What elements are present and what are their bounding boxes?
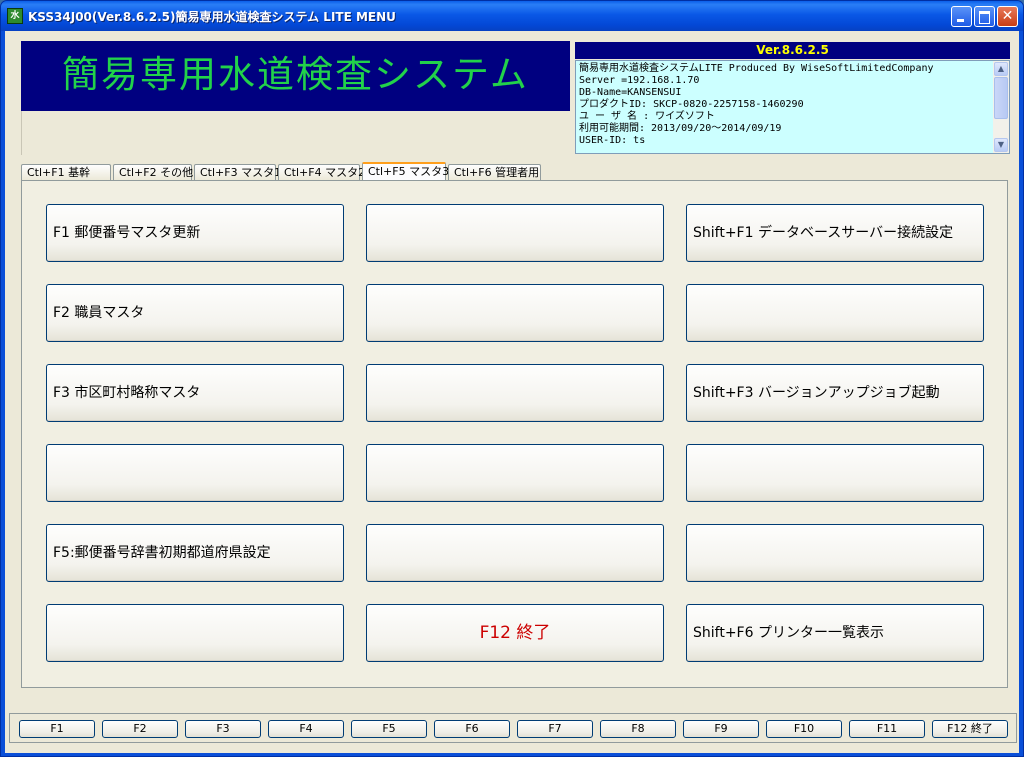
close-button[interactable]: ✕ <box>997 6 1018 27</box>
printer-list-button[interactable]: Shift+F6 プリンター一覧表示 <box>686 604 984 662</box>
fkey-f12-exit[interactable]: F12 終了 <box>932 720 1008 738</box>
fkey-f8[interactable]: F8 <box>600 720 676 738</box>
fkey-f11[interactable]: F11 <box>849 720 925 738</box>
fkey-f5[interactable]: F5 <box>351 720 427 738</box>
blank-button-middle-5[interactable] <box>366 524 664 582</box>
system-title: 簡易専用水道検査システム <box>62 53 529 96</box>
window-title: KSS34J00(Ver.8.6.2.5)簡易専用水道検査システム LITE M… <box>28 10 396 24</box>
tab-admin[interactable]: Ctl+F6 管理者用 <box>448 164 541 180</box>
fkey-f3[interactable]: F3 <box>185 720 261 738</box>
blank-button-left-6[interactable] <box>46 604 344 662</box>
info-scrollbar[interactable]: ▲ ▼ <box>993 61 1009 153</box>
title-bar[interactable]: 水 KSS34J00(Ver.8.6.2.5)簡易専用水道検査システム LITE… <box>1 1 1023 31</box>
info-line-user-id: USER-ID: ts <box>579 135 646 146</box>
info-line-server: Server =192.168.1.70 <box>579 75 700 86</box>
scroll-thumb[interactable] <box>994 77 1008 119</box>
blank-button-middle-4[interactable] <box>366 444 664 502</box>
fkey-f6[interactable]: F6 <box>434 720 510 738</box>
tab-kikan[interactable]: Ctl+F1 基幹 <box>21 164 111 180</box>
client-area: 簡易専用水道検査システム Ver.8.6.2.5 簡易専用水道検査システムLIT… <box>5 31 1019 753</box>
blank-button-middle-3[interactable] <box>366 364 664 422</box>
staff-master-button[interactable]: F2 職員マスタ <box>46 284 344 342</box>
blank-button-left-4[interactable] <box>46 444 344 502</box>
postal-master-update-button[interactable]: F1 郵便番号マスタ更新 <box>46 204 344 262</box>
fkey-f7[interactable]: F7 <box>517 720 593 738</box>
db-server-connection-button[interactable]: Shift+F1 データベースサーバー接続設定 <box>686 204 984 262</box>
info-line-period: 利用可能期間: 2013/09/20～2014/09/19 <box>579 123 782 134</box>
app-icon[interactable]: 水 <box>7 8 23 24</box>
blank-button-middle-2[interactable] <box>366 284 664 342</box>
city-abbrev-master-button[interactable]: F3 市区町村略称マスタ <box>46 364 344 422</box>
fkey-f4[interactable]: F4 <box>268 720 344 738</box>
system-info-box[interactable]: 簡易専用水道検査システムLITE Produced By WiseSoftLim… <box>575 60 1010 154</box>
tab-sonota[interactable]: Ctl+F2 その他 <box>113 164 193 180</box>
scroll-up-icon[interactable]: ▲ <box>994 62 1008 76</box>
fkey-f10[interactable]: F10 <box>766 720 842 738</box>
blank-button-right-5[interactable] <box>686 524 984 582</box>
minimize-button[interactable] <box>951 6 972 27</box>
fkey-f1[interactable]: F1 <box>19 720 95 738</box>
menu-tabs: Ctl+F1 基幹 Ctl+F2 その他 Ctl+F3 マスタ1 Ctl+F4 … <box>21 162 921 181</box>
blank-button-right-2[interactable] <box>686 284 984 342</box>
system-info-lines: 簡易専用水道検査システムLITE Produced By WiseSoftLim… <box>579 63 991 147</box>
tab-panel-master3: F1 郵便番号マスタ更新 F2 職員マスタ F3 市区町村略称マスタ F5:郵便… <box>21 180 1008 688</box>
scroll-down-icon[interactable]: ▼ <box>994 138 1008 152</box>
function-key-bar: F1 F2 F3 F4 F5 F6 F7 F8 F9 F10 F11 F12 終… <box>9 713 1017 743</box>
app-window: 水 KSS34J00(Ver.8.6.2.5)簡易専用水道検査システム LITE… <box>0 0 1024 757</box>
version-up-job-button[interactable]: Shift+F3 バージョンアップジョブ起動 <box>686 364 984 422</box>
banner-blank-area <box>21 111 571 155</box>
info-line-product-id: プロダクトID: SKCP-0820-2257158-1460290 <box>579 99 804 110</box>
blank-button-middle-1[interactable] <box>366 204 664 262</box>
version-label: Ver.8.6.2.5 <box>575 42 1010 59</box>
maximize-button[interactable] <box>974 6 995 27</box>
blank-button-right-4[interactable] <box>686 444 984 502</box>
tab-master1[interactable]: Ctl+F3 マスタ1 <box>194 164 281 180</box>
tab-master3[interactable]: Ctl+F5 マスタ3 <box>362 162 449 181</box>
info-line-user-name: ユ ー ザ 名 : ワイズソフト <box>579 111 715 122</box>
fkey-f9[interactable]: F9 <box>683 720 759 738</box>
postal-dict-pref-setting-button[interactable]: F5:郵便番号辞書初期都道府県設定 <box>46 524 344 582</box>
fkey-f2[interactable]: F2 <box>102 720 178 738</box>
info-line-dbname: DB-Name=KANSENSUI <box>579 87 682 98</box>
tab-master2[interactable]: Ctl+F4 マスタ2 <box>278 164 365 180</box>
exit-button[interactable]: F12 終了 <box>366 604 664 662</box>
system-banner: 簡易専用水道検査システム <box>21 41 570 111</box>
info-line-product: 簡易専用水道検査システムLITE Produced By WiseSoftLim… <box>579 63 934 74</box>
